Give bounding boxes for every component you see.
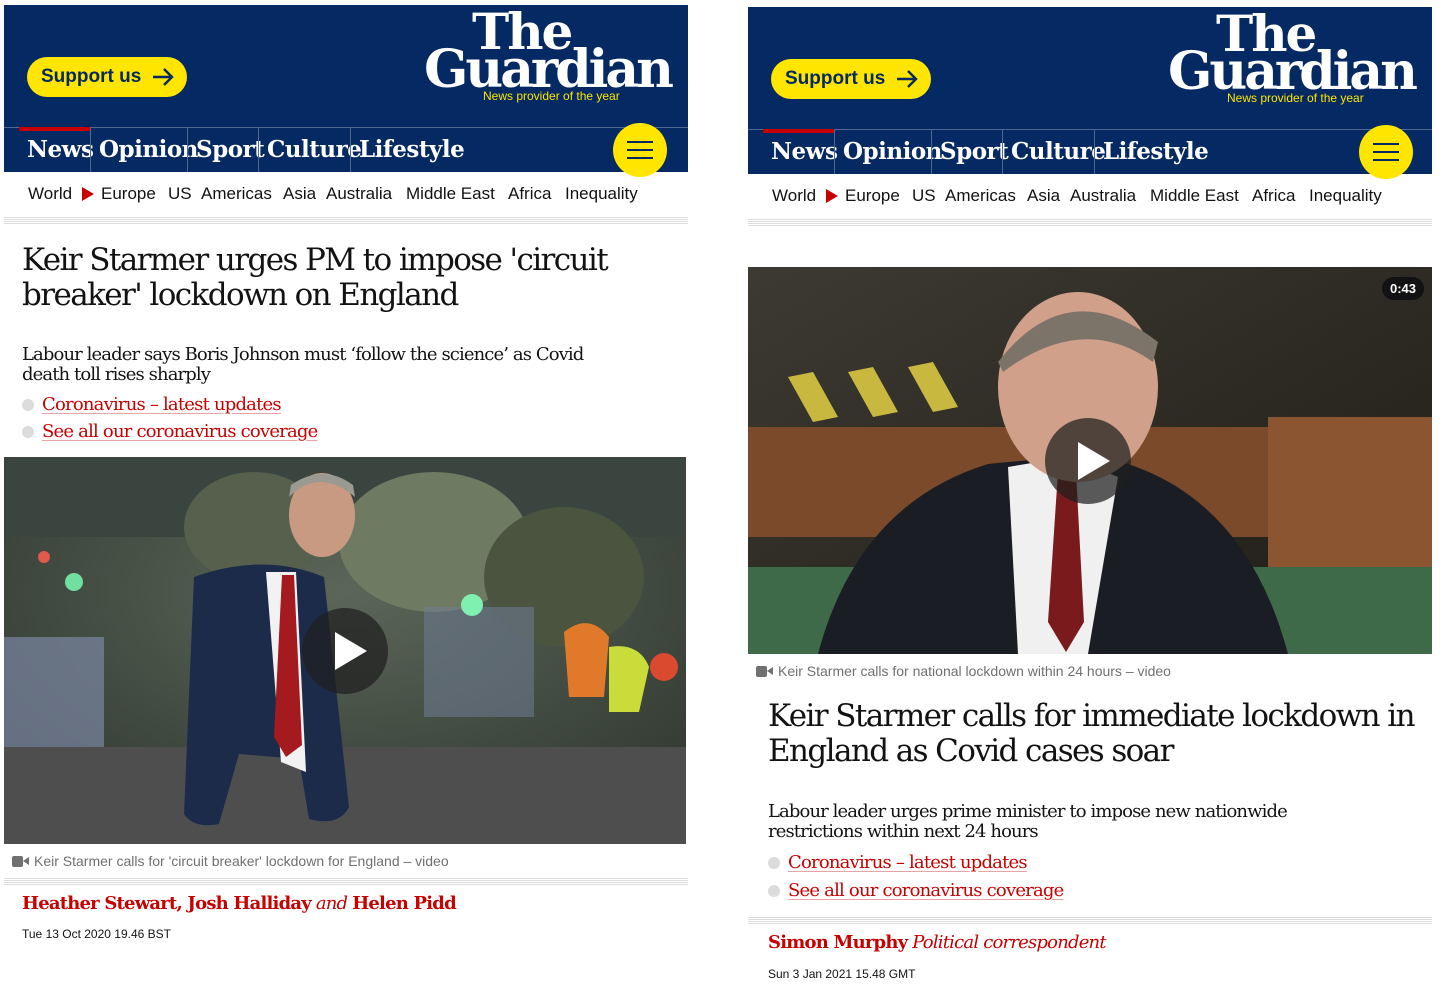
divider <box>4 878 688 885</box>
video-camera-icon <box>12 855 30 867</box>
arrow-right-icon <box>897 70 918 88</box>
logo-tagline: News provider of the year <box>1227 91 1364 105</box>
tab-sport[interactable]: Sport <box>187 128 265 172</box>
support-us-label: Support us <box>785 68 886 89</box>
byline: Simon Murphy Political correspondent <box>768 932 1107 953</box>
tab-news[interactable]: News <box>19 127 94 172</box>
hamburger-menu-icon[interactable] <box>1359 125 1413 179</box>
link-coronavirus-updates[interactable]: Coronavirus – latest updates <box>768 852 1028 873</box>
subnav-item-inequality[interactable]: Inequality <box>565 184 638 204</box>
tab-opinion[interactable]: Opinion <box>834 130 942 174</box>
subnav-item-asia[interactable]: Asia <box>283 184 316 204</box>
video-caption-text: Keir Starmer calls for 'circuit breaker'… <box>34 853 449 869</box>
subnav-item-inequality[interactable]: Inequality <box>1309 186 1382 206</box>
author-role: Political correspondent <box>907 932 1106 953</box>
subnav: World Europe US Americas Asia Australia … <box>4 172 688 217</box>
divider <box>748 917 1432 924</box>
tab-opinion[interactable]: Opinion <box>90 128 198 172</box>
divider <box>748 219 1432 226</box>
tab-lifestyle[interactable]: Lifestyle <box>1094 130 1209 174</box>
subnav-item-africa[interactable]: Africa <box>1252 186 1295 206</box>
tab-culture[interactable]: Culture <box>258 128 362 172</box>
video-player[interactable] <box>4 457 686 844</box>
byline-separator: , <box>176 893 188 914</box>
logo-tagline: News provider of the year <box>483 89 620 103</box>
masthead: Support us The Guardian News provider of… <box>4 5 688 127</box>
link-label: See all our coronavirus coverage <box>42 421 318 442</box>
play-icon[interactable] <box>302 608 388 694</box>
support-us-button[interactable]: Support us <box>27 57 187 97</box>
tab-news[interactable]: News <box>763 129 838 174</box>
tab-sport[interactable]: Sport <box>931 130 1009 174</box>
byline-and: and <box>310 893 353 914</box>
subnav-item-americas[interactable]: Americas <box>201 184 272 204</box>
subnav-item-us[interactable]: US <box>912 186 936 206</box>
divider <box>4 217 688 224</box>
publish-date: Sun 3 Jan 2021 15.48 GMT <box>768 967 916 981</box>
link-coronavirus-coverage[interactable]: See all our coronavirus coverage <box>768 880 1064 901</box>
masthead: Support us The Guardian News provider of… <box>748 7 1432 129</box>
video-caption-text: Keir Starmer calls for national lockdown… <box>778 663 1171 679</box>
pillar-nav: News Opinion Sport Culture Lifestyle <box>748 129 1432 174</box>
pillar-nav: News Opinion Sport Culture Lifestyle <box>4 127 688 172</box>
subnav-item-americas[interactable]: Americas <box>945 186 1016 206</box>
bullet-icon <box>768 856 780 869</box>
publish-date: Tue 13 Oct 2020 19.46 BST <box>22 927 171 941</box>
subnav-item-australia[interactable]: Australia <box>1070 186 1136 206</box>
article-standfirst: Labour leader says Boris Johnson must ‘f… <box>22 344 584 385</box>
video-player[interactable]: 0:43 <box>748 267 1432 654</box>
link-coronavirus-coverage[interactable]: See all our coronavirus coverage <box>22 421 318 442</box>
bullet-icon <box>22 398 34 411</box>
author-link[interactable]: Simon Murphy <box>768 932 908 953</box>
tab-culture[interactable]: Culture <box>1002 130 1106 174</box>
support-us-label: Support us <box>41 66 142 87</box>
link-label: See all our coronavirus coverage <box>788 880 1064 901</box>
subnav-item-africa[interactable]: Africa <box>508 184 551 204</box>
triangle-right-icon <box>82 187 94 201</box>
article-headline: Keir Starmer urges PM to impose 'circuit… <box>22 242 609 313</box>
author-link[interactable]: Heather Stewart <box>22 893 177 914</box>
play-icon[interactable] <box>1045 418 1131 504</box>
bullet-icon <box>768 884 780 897</box>
article-panel-left: Support us The Guardian News provider of… <box>4 5 688 994</box>
article-headline: Keir Starmer calls for immediate lockdow… <box>768 698 1416 769</box>
link-coronavirus-updates[interactable]: Coronavirus – latest updates <box>22 394 282 415</box>
author-link[interactable]: Josh Halliday <box>187 893 311 914</box>
subnav-item-middle-east[interactable]: Middle East <box>1150 186 1239 206</box>
link-label: Coronavirus – latest updates <box>42 394 282 415</box>
bullet-icon <box>22 425 34 438</box>
link-label: Coronavirus – latest updates <box>788 852 1028 873</box>
subnav-item-middle-east[interactable]: Middle East <box>406 184 495 204</box>
support-us-button[interactable]: Support us <box>771 59 931 99</box>
article-standfirst: Labour leader urges prime minister to im… <box>768 801 1288 842</box>
video-caption: Keir Starmer calls for 'circuit breaker'… <box>12 853 449 869</box>
subnav-item-asia[interactable]: Asia <box>1027 186 1060 206</box>
article-panel-right: Support us The Guardian News provider of… <box>748 5 1432 994</box>
subnav: World Europe US Americas Asia Australia … <box>748 174 1432 219</box>
subnav-item-us[interactable]: US <box>168 184 192 204</box>
arrow-right-icon <box>153 68 174 86</box>
byline: Heather Stewart, Josh Halliday and Helen… <box>22 893 457 914</box>
subnav-item-world[interactable]: World <box>28 184 72 204</box>
triangle-right-icon <box>826 189 838 203</box>
hamburger-menu-icon[interactable] <box>613 123 667 177</box>
subnav-item-world[interactable]: World <box>772 186 816 206</box>
subnav-item-europe[interactable]: Europe <box>845 186 900 206</box>
author-link[interactable]: Helen Pidd <box>352 893 456 914</box>
video-duration: 0:43 <box>1381 277 1424 300</box>
subnav-item-australia[interactable]: Australia <box>326 184 392 204</box>
video-camera-icon <box>756 665 774 677</box>
tab-lifestyle[interactable]: Lifestyle <box>350 128 465 172</box>
subnav-item-europe[interactable]: Europe <box>101 184 156 204</box>
video-caption: Keir Starmer calls for national lockdown… <box>756 663 1171 679</box>
